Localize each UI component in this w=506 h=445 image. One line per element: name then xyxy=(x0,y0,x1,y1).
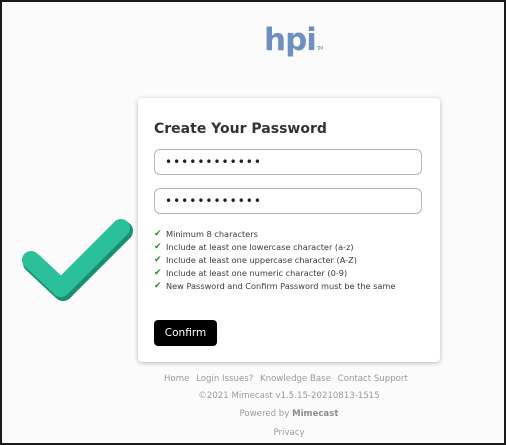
requirement-text: Include at least one numeric character (… xyxy=(166,268,348,278)
requirement-item: ✔ Include at least one uppercase charact… xyxy=(154,254,424,267)
form-title: Create Your Password xyxy=(154,121,327,137)
password-requirements-list: ✔ Minimum 8 characters ✔ Include at leas… xyxy=(154,228,424,293)
new-password-field[interactable] xyxy=(154,149,422,175)
create-password-card: Create Your Password ✔ Minimum 8 charact… xyxy=(138,98,440,362)
footer-link-knowledge-base[interactable]: Knowledge Base xyxy=(260,374,331,384)
large-teal-checkmark-icon xyxy=(22,219,133,301)
powered-by-brand: Mimecast xyxy=(292,409,339,419)
footer-link-login-issues[interactable]: Login Issues? xyxy=(196,374,253,384)
footer-link-privacy[interactable]: Privacy xyxy=(2,428,506,438)
footer-version: ©2021 Mimecast v1.5.15-20210813-1515 xyxy=(198,391,380,401)
footer-link-contact-support[interactable]: Contact Support xyxy=(338,374,408,384)
check-icon: ✔ xyxy=(154,255,162,265)
requirement-item: ✔ Minimum 8 characters xyxy=(154,228,424,241)
logo-text: hpi xyxy=(264,22,317,58)
requirement-text: Minimum 8 characters xyxy=(166,229,258,239)
footer-links: Home Login Issues? Knowledge Base Contac… xyxy=(164,374,424,384)
requirement-text: Include at least one uppercase character… xyxy=(166,255,357,265)
confirm-password-field[interactable] xyxy=(154,188,422,214)
check-icon: ✔ xyxy=(154,281,162,291)
screenshot-frame: hpiTM Create Your Password ✔ Minimum 8 c… xyxy=(0,0,506,445)
check-icon: ✔ xyxy=(154,268,162,278)
requirement-item: ✔ New Password and Confirm Password must… xyxy=(154,280,424,293)
requirement-text: New Password and Confirm Password must b… xyxy=(166,281,396,291)
requirement-item: ✔ Include at least one lowercase charact… xyxy=(154,241,424,254)
check-icon: ✔ xyxy=(154,229,162,239)
confirm-button[interactable]: Confirm xyxy=(154,320,217,346)
requirement-item: ✔ Include at least one numeric character… xyxy=(154,267,424,280)
requirement-text: Include at least one lowercase character… xyxy=(166,242,354,252)
hpi-logo: hpiTM xyxy=(264,22,323,58)
footer-link-home[interactable]: Home xyxy=(164,374,189,384)
footer-powered-by: Powered by Mimecast xyxy=(2,409,506,419)
check-icon: ✔ xyxy=(154,242,162,252)
logo-trademark: TM xyxy=(316,46,323,52)
powered-by-label: Powered by xyxy=(239,409,290,419)
